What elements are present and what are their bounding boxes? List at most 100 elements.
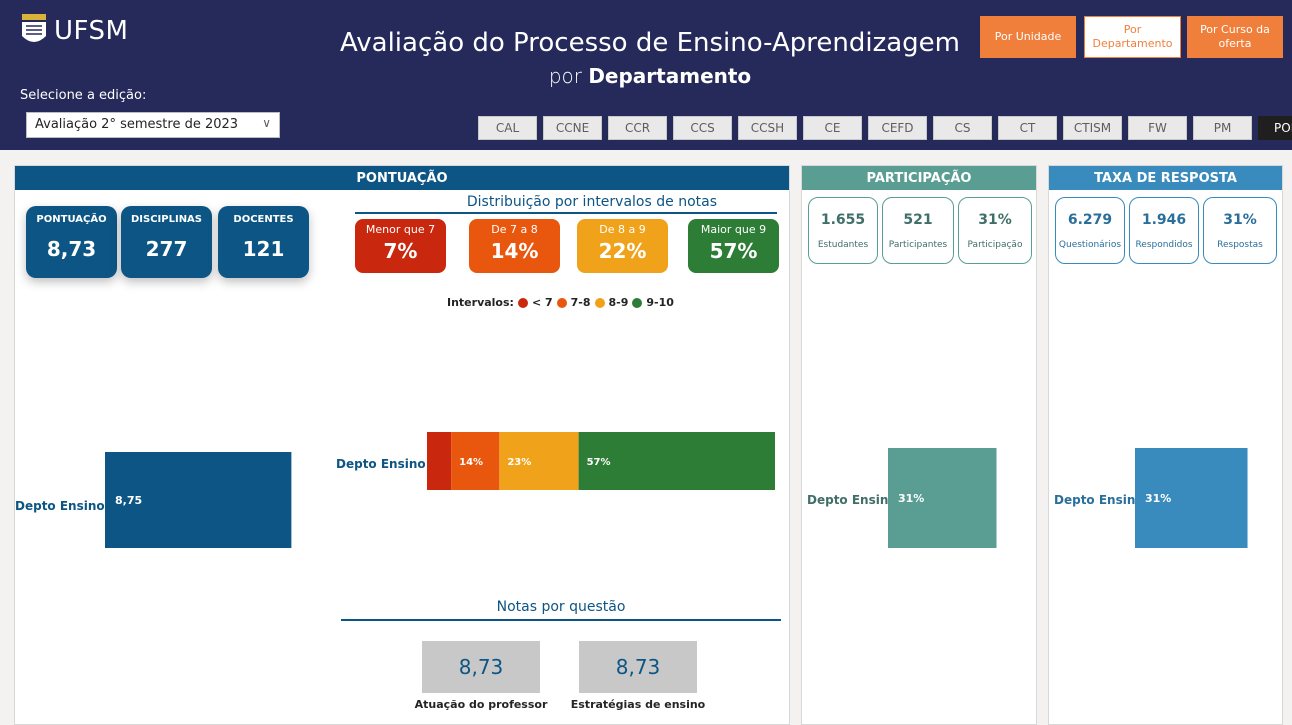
page-title: Avaliação do Processo de Ensino-Aprendiz… [340, 28, 960, 58]
dist-card-value: 57% [709, 239, 758, 263]
legend-dot-red [517, 297, 528, 308]
dept-tab-ccs[interactable]: CCS [673, 116, 732, 140]
questao-label: Atuação do professor [414, 698, 548, 711]
taxa-bar-chart: 31% [1135, 448, 1248, 548]
taxa-data-label: 31% [1145, 492, 1171, 505]
dist-card-value: 22% [598, 239, 647, 263]
legend-item: 9-10 [646, 296, 674, 309]
participacao-data-label: 31% [898, 492, 924, 505]
taxa-panel: TAXA DE RESPOSTA 6.279 Questionários 1.9… [1048, 165, 1283, 725]
box-label: Questionários [1058, 240, 1122, 250]
edition-value: Avaliação 2° semestre de 2023 [35, 117, 239, 132]
participacao-box: 1.655 Estudantes [808, 197, 878, 264]
por-unidade-button[interactable]: Por Unidade [980, 16, 1076, 58]
box-label: Participação [967, 240, 1023, 250]
score-bar-chart: 8,75 [105, 452, 292, 548]
participacao-box: 521 Participantes [882, 197, 954, 264]
box-label: Respostas [1217, 240, 1263, 250]
dist-card-lt7: Menor que 7 7% [355, 219, 446, 273]
questao-label: Estratégias de ensino [570, 698, 706, 711]
dist-bar-category: Depto Ensino [336, 457, 426, 471]
dist-segment-0 [427, 432, 452, 490]
kpi-docentes: DOCENTES 121 [218, 206, 309, 278]
legend-dot-green [632, 297, 643, 308]
crest-icon [22, 14, 46, 42]
por-curso-button[interactable]: Por Curso da oferta [1187, 16, 1283, 58]
box-value: 6.279 [1067, 212, 1113, 228]
distribution-stacked-bar: 14% 23% 57% [427, 432, 775, 490]
por-departamento-button[interactable]: Por Departamento [1084, 16, 1181, 58]
distribution-title: Distribuição por intervalos de notas [355, 194, 777, 214]
box-value: 31% [1223, 212, 1257, 228]
dept-tab-poli[interactable]: POLI [1258, 116, 1292, 140]
questoes-title: Notas por questão [341, 599, 781, 621]
dist-card-value: 14% [490, 239, 539, 263]
dist-card-label: Menor que 7 [365, 223, 436, 236]
dist-card-7to8: De 7 a 8 14% [469, 219, 560, 273]
logo-text: UFSM [54, 16, 129, 46]
legend-item: < 7 [531, 296, 553, 309]
dept-tab-cefd[interactable]: CEFD [868, 116, 927, 140]
interval-legend: Intervalos: < 7 7-8 8-9 9-10 [447, 296, 674, 309]
dept-tab-ccne[interactable]: CCNE [543, 116, 602, 140]
taxa-box: 1.946 Respondidos [1129, 197, 1199, 264]
dept-tab-fw[interactable]: FW [1128, 116, 1187, 140]
ufsm-logo: UFSM [20, 14, 128, 48]
dist-card-8to9: De 8 a 9 22% [577, 219, 668, 273]
participacao-bar-chart: 31% [888, 448, 997, 548]
legend-dot-yellow [594, 297, 605, 308]
kpi-value: 8,73 [46, 237, 97, 261]
kpi-label: PONTUAÇÃO [36, 214, 107, 225]
legend-title: Intervalos: [447, 296, 514, 309]
pontuacao-panel: PONTUAÇÃO PONTUAÇÃO 8,73 DISCIPLINAS 277… [14, 165, 790, 725]
chevron-down-icon: ∨ [262, 116, 271, 130]
dept-tab-ct[interactable]: CT [998, 116, 1057, 140]
legend-item: 8-9 [608, 296, 629, 309]
dept-tab-ctism[interactable]: CTISM [1063, 116, 1122, 140]
pontuacao-header: PONTUAÇÃO [15, 166, 789, 190]
legend-dot-orange [556, 297, 567, 308]
kpi-value: 121 [242, 237, 285, 261]
legend-item: 7-8 [570, 296, 591, 309]
edition-label: Selecione a edição: [20, 88, 147, 103]
dist-card-label: De 8 a 9 [599, 223, 646, 236]
subtitle-prefix: por [548, 64, 582, 88]
taxa-box: 6.279 Questionários [1055, 197, 1125, 264]
dept-tab-cs[interactable]: CS [933, 116, 992, 140]
dist-card-value: 7% [383, 239, 418, 263]
score-data-label: 8,75 [115, 494, 142, 507]
dept-tab-ccr[interactable]: CCR [608, 116, 667, 140]
subtitle-bold: Departamento [588, 64, 752, 88]
kpi-disciplinas: DISCIPLINAS 277 [121, 206, 212, 278]
page-subtitle: por Departamento [330, 64, 970, 88]
header-bar: UFSM Avaliação do Processo de Ensino-Apr… [0, 0, 1292, 150]
box-value: 1.655 [820, 212, 866, 228]
score-bar-category: Depto Ensino [15, 499, 105, 513]
questao-card-atuacao: 8,73 [422, 641, 540, 693]
dept-tab-cal[interactable]: CAL [478, 116, 537, 140]
dept-tab-pm[interactable]: PM [1193, 116, 1252, 140]
dist-card-label: De 7 a 8 [491, 223, 538, 236]
edition-dropdown[interactable]: Avaliação 2° semestre de 2023 ∨ [26, 112, 280, 138]
box-value: 521 [903, 212, 933, 228]
dept-tab-ce[interactable]: CE [803, 116, 862, 140]
box-value: 1.946 [1141, 212, 1187, 228]
questao-card-estrategias: 8,73 [579, 641, 697, 693]
kpi-value: 277 [145, 237, 188, 261]
taxa-bar-category: Depto Ensino [1054, 493, 1144, 507]
taxa-box: 31% Respostas [1203, 197, 1277, 264]
box-label: Respondidos [1135, 240, 1193, 250]
dist-card-gt9: Maior que 9 57% [688, 219, 779, 273]
kpi-pontuacao: PONTUAÇÃO 8,73 [26, 206, 117, 278]
department-tabs: CALCCNECCRCCSCCSHCECEFDCSCTCTISMFWPMPOLI [478, 116, 1292, 140]
dist-segment-label: 23% [507, 457, 531, 468]
participacao-box: 31% Participação [958, 197, 1032, 264]
box-label: Estudantes [817, 240, 869, 250]
dist-card-label: Maior que 9 [700, 223, 767, 236]
box-label: Participantes [888, 240, 948, 250]
dept-tab-ccsh[interactable]: CCSH [738, 116, 797, 140]
taxa-header: TAXA DE RESPOSTA [1049, 166, 1282, 190]
participacao-bar-category: Depto Ensino [807, 493, 897, 507]
kpi-label: DOCENTES [233, 214, 294, 225]
kpi-label: DISCIPLINAS [130, 214, 202, 225]
